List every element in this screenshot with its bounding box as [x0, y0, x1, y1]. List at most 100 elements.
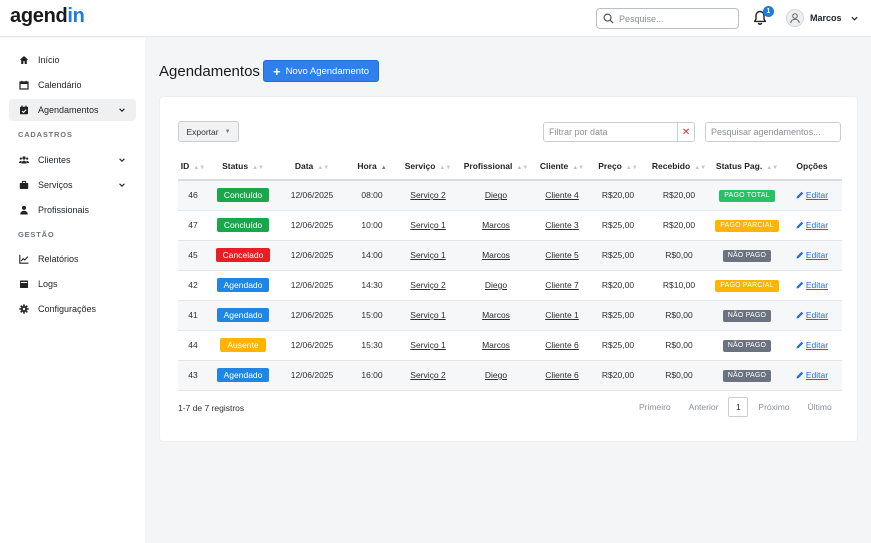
payment-status-badge: NÃO PAGO	[722, 249, 772, 262]
sidebar-item-relatorios[interactable]: Relatórios	[9, 248, 136, 270]
col-status-pag[interactable]: Status Pag. ▲▼	[712, 153, 782, 181]
page-next[interactable]: Próximo	[758, 402, 789, 412]
sidebar-item-agendamentos[interactable]: Agendamentos	[9, 99, 136, 121]
client-link[interactable]: Cliente 3	[545, 220, 579, 230]
col-recebido[interactable]: Recebido ▲▼	[646, 153, 712, 181]
professional-link[interactable]: Diego	[485, 280, 507, 290]
professional-link[interactable]: Marcos	[482, 220, 510, 230]
cell-id: 44	[178, 330, 208, 361]
search-icon	[603, 13, 614, 24]
payment-status-badge: PAGO TOTAL	[719, 189, 775, 202]
new-appointment-button[interactable]: + Novo Agendamento	[263, 60, 379, 82]
edit-link[interactable]: Editar	[796, 190, 828, 200]
user-icon	[790, 13, 800, 24]
service-link[interactable]: Serviço 1	[410, 310, 445, 320]
service-link[interactable]: Serviço 2	[410, 280, 445, 290]
edit-link[interactable]: Editar	[796, 310, 828, 320]
payment-status-badge: NÃO PAGO	[722, 309, 772, 322]
sidebar-item-profissionais[interactable]: Profissionais	[9, 199, 136, 221]
sidebar-item-label: Clientes	[38, 155, 71, 165]
sidebar-item-label: Calendário	[38, 80, 82, 90]
sidebar-item-logs[interactable]: Logs	[9, 273, 136, 295]
page-last[interactable]: Último	[808, 402, 832, 412]
professional-link[interactable]: Diego	[485, 190, 507, 200]
date-filter-input[interactable]	[544, 123, 678, 141]
client-link[interactable]: Cliente 5	[545, 250, 579, 260]
search-input[interactable]	[619, 13, 729, 24]
service-link[interactable]: Serviço 1	[410, 250, 445, 260]
sidebar-item-calendario[interactable]: Calendário	[9, 74, 136, 96]
client-link[interactable]: Cliente 6	[545, 340, 579, 350]
sidebar-item-inicio[interactable]: Início	[9, 49, 136, 71]
page-prev[interactable]: Anterior	[689, 402, 719, 412]
sort-icon: ▲▼	[193, 165, 206, 171]
cell-options: Editar	[782, 210, 842, 241]
export-button[interactable]: Exportar ▼	[178, 121, 239, 142]
page-current[interactable]: 1	[728, 396, 749, 417]
records-count: 1-7 de 7 registros	[178, 403, 245, 413]
edit-link[interactable]: Editar	[796, 280, 828, 290]
professional-link[interactable]: Diego	[485, 370, 507, 380]
col-id[interactable]: ID ▲▼	[178, 153, 208, 181]
service-link[interactable]: Serviço 1	[410, 340, 445, 350]
sort-asc-icon: ▲	[380, 165, 387, 171]
col-cliente[interactable]: Cliente ▲▼	[534, 153, 590, 181]
gear-icon	[19, 304, 29, 314]
col-data[interactable]: Data ▲▼	[278, 153, 346, 181]
clear-date-icon[interactable]: ✕	[677, 123, 694, 141]
col-status[interactable]: Status ▲▼	[208, 153, 278, 181]
cell-received: R$0,00	[646, 330, 712, 361]
professional-link[interactable]: Marcos	[482, 340, 510, 350]
edit-link[interactable]: Editar	[796, 220, 828, 230]
client-link[interactable]: Cliente 7	[545, 280, 579, 290]
professional-link[interactable]: Marcos	[482, 250, 510, 260]
col-preco[interactable]: Preço ▲▼	[590, 153, 646, 181]
client-link[interactable]: Cliente 1	[545, 310, 579, 320]
professional-link[interactable]: Marcos	[482, 310, 510, 320]
table-search-input[interactable]	[705, 122, 841, 142]
sidebar-item-label: Configurações	[38, 304, 97, 314]
cell-pay-status: NÃO PAGO	[712, 300, 782, 331]
col-hora[interactable]: Hora ▲	[346, 153, 398, 181]
service-link[interactable]: Serviço 2	[410, 190, 445, 200]
edit-link[interactable]: Editar	[796, 370, 828, 380]
sidebar-item-configuracoes[interactable]: Configurações	[9, 298, 136, 320]
cell-client: Cliente 5	[534, 240, 590, 271]
calendar-icon	[19, 80, 29, 90]
col-servico[interactable]: Serviço ▲▼	[398, 153, 458, 181]
cell-date: 12/06/2025	[278, 180, 346, 211]
col-opcoes: Opções	[782, 153, 842, 181]
cell-client: Cliente 7	[534, 270, 590, 301]
page-first[interactable]: Primeiro	[639, 402, 671, 412]
cell-id: 41	[178, 300, 208, 331]
cell-received: R$0,00	[646, 300, 712, 331]
status-badge: Cancelado	[215, 248, 271, 262]
table-header-row: ID ▲▼ Status ▲▼ Data ▲▼ Hora ▲ Serviço ▲▼ Pro…	[178, 153, 842, 181]
cell-service: Serviço 1	[398, 330, 458, 361]
payment-status-badge: PAGO PARCIAL	[715, 219, 779, 232]
cell-service: Serviço 1	[398, 210, 458, 241]
status-badge: Agendado	[216, 368, 270, 382]
client-link[interactable]: Cliente 4	[545, 190, 579, 200]
client-link[interactable]: Cliente 6	[545, 370, 579, 380]
user-icon	[19, 205, 29, 215]
cell-service: Serviço 1	[398, 240, 458, 271]
home-icon	[19, 55, 29, 65]
global-search[interactable]	[596, 8, 739, 29]
edit-link[interactable]: Editar	[796, 250, 828, 260]
col-profissional[interactable]: Profissional ▲▼	[458, 153, 534, 181]
service-link[interactable]: Serviço 2	[410, 370, 445, 380]
appointments-card: Exportar ▼ ✕ ID▲▼ Status▲▼ Data▲▼ Hora▲ …	[159, 96, 858, 442]
edit-link[interactable]: Editar	[796, 340, 828, 350]
service-link[interactable]: Serviço 1	[410, 220, 445, 230]
main-content: Agendamentos + Novo Agendamento Exportar…	[146, 38, 871, 543]
user-menu[interactable]: Marcos	[786, 8, 859, 28]
payment-status-badge: NÃO PAGO	[722, 369, 772, 382]
logo[interactable]: agendin	[10, 5, 85, 28]
cell-date: 12/06/2025	[278, 210, 346, 241]
cell-pay-status: PAGO PARCIAL	[712, 270, 782, 301]
cell-pay-status: NÃO PAGO	[712, 360, 782, 391]
payment-status-badge: NÃO PAGO	[722, 339, 772, 352]
sidebar-item-clientes[interactable]: Clientes	[9, 149, 136, 171]
sidebar-item-servicos[interactable]: Serviços	[9, 174, 136, 196]
